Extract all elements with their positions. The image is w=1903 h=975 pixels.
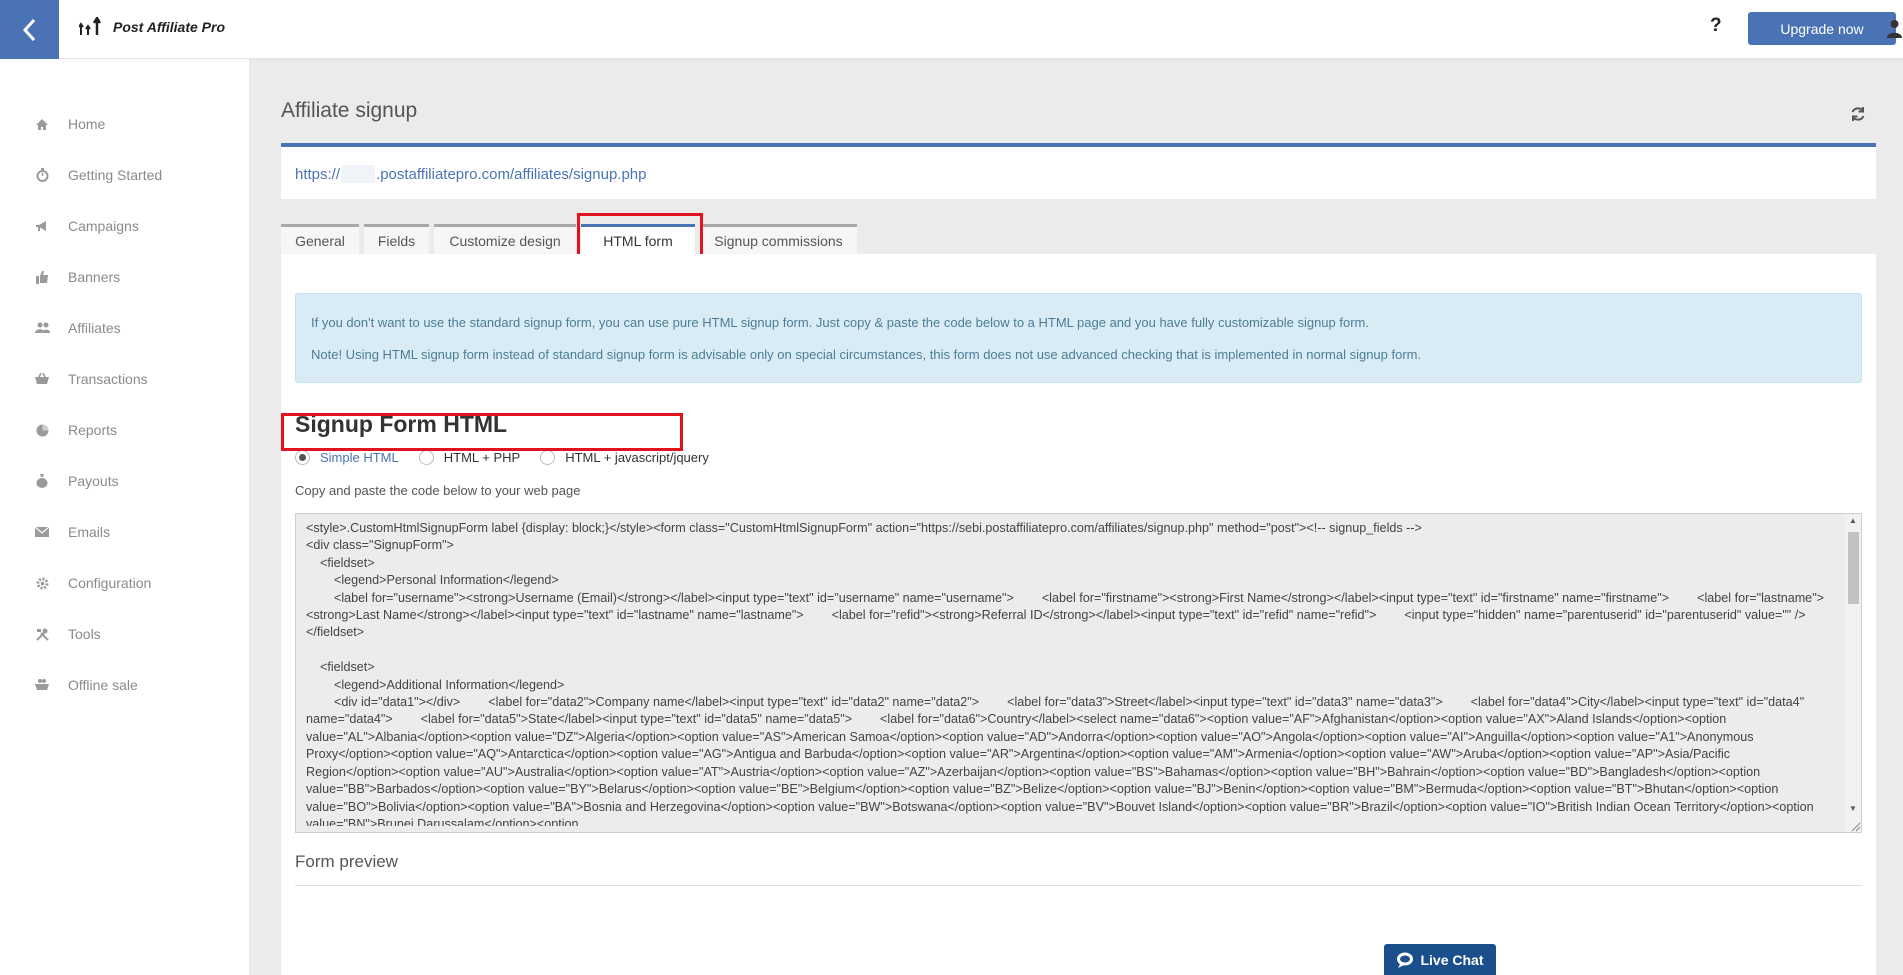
signup-url-box: https:// .postaffiliatepro.com/affiliate… [281,143,1876,199]
pie-chart-icon [34,422,50,438]
stopwatch-icon [34,167,50,183]
form-preview-label: Form preview [295,852,398,871]
html-code-textarea[interactable]: <style>.CustomHtmlSignupForm label {disp… [295,513,1862,833]
live-chat-label: Live Chat [1420,951,1484,968]
scroll-down-arrow-icon[interactable]: ▼ [1849,804,1857,813]
help-icon[interactable]: ? [1710,15,1722,37]
page-title: Affiliate signup [281,99,418,122]
live-chat-button[interactable]: Live Chat [1384,944,1496,975]
sidebar-item-label: Getting Started [68,167,163,183]
info-alert: If you don't want to use the standard si… [295,293,1862,383]
scroll-thumb[interactable] [1848,532,1859,604]
tab-signup-commissions[interactable]: Signup commissions [700,224,857,254]
radio-dot[interactable] [295,449,310,465]
back-button[interactable] [0,0,59,59]
sidebar-item-emails[interactable]: Emails [34,520,110,544]
redacted-subdomain [341,165,376,183]
tab-html-form[interactable]: HTML form [581,224,695,255]
sidebar-item-label: Campaigns [68,218,139,234]
radio-label: Simple HTML [320,449,399,465]
user-icon[interactable] [1886,19,1903,39]
refresh-icon[interactable] [1850,106,1866,122]
sidebar-item-label: Affiliates [68,320,121,336]
money-bag-icon [34,473,50,489]
main-content: Affiliate signup https:// .postaffiliate… [250,59,1903,975]
sidebar-item-label: Payouts [68,473,119,489]
radio-label: HTML + javascript/jquery [565,449,709,465]
tools-icon [34,626,50,642]
sidebar-item-payouts[interactable]: Payouts [34,469,119,493]
sidebar-item-reports[interactable]: Reports [34,418,117,442]
logo-icon [79,17,102,35]
home-icon [34,116,50,132]
sidebar-item-label: Home [68,116,106,132]
sidebar-item-banners[interactable]: Banners [34,265,120,289]
scroll-up-arrow-icon[interactable]: ▲ [1849,516,1857,525]
url-suffix: .postaffiliatepro.com/affiliates/signup.… [376,165,647,183]
app-logo[interactable]: Post Affiliate Pro [79,17,225,37]
radio-html-javascript-jquery[interactable]: HTML + javascript/jquery [540,449,709,465]
chat-bubble-icon [1397,952,1414,968]
preview-divider [295,885,1862,886]
upgrade-button[interactable]: Upgrade now [1748,12,1896,45]
sidebar-item-label: Emails [68,524,111,540]
sidebar: Home Getting Started Campaigns Banners A… [0,59,250,975]
signup-form-heading: Signup Form HTML [295,411,508,437]
envelope-icon [34,524,50,540]
tab-general[interactable]: General [281,224,359,254]
gear-icon [34,575,50,591]
sidebar-item-transactions[interactable]: Transactions [34,367,148,391]
sidebar-item-label: Tools [68,626,101,642]
radio-html-php[interactable]: HTML + PHP [418,449,521,465]
megaphone-icon [34,218,50,234]
app-name: Post Affiliate Pro [113,19,226,35]
radio-simple-html[interactable]: Simple HTML [295,449,399,465]
info-text: If you don't want to use the standard si… [311,315,1369,330]
url-prefix: https:// [295,165,341,183]
tab-customize-design[interactable]: Customize design [434,224,576,254]
sidebar-item-affiliates[interactable]: Affiliates [34,316,121,340]
sidebar-item-label: Configuration [68,575,152,591]
resize-grip-icon[interactable] [1849,820,1861,832]
sidebar-item-label: Reports [68,422,118,438]
basket-icon [34,371,50,387]
html-code-text[interactable]: <style>.CustomHtmlSignupForm label {disp… [306,520,1826,826]
sidebar-item-tools[interactable]: Tools [34,622,101,646]
tab-fields[interactable]: Fields [364,224,429,254]
sidebar-item-label: Transactions [68,371,148,387]
signup-url-link[interactable]: https:// .postaffiliatepro.com/affiliate… [295,165,646,183]
chevron-left-icon [22,18,35,41]
copy-hint-text: Copy and paste the code below to your we… [295,483,581,498]
users-icon [34,320,50,336]
sidebar-item-home[interactable]: Home [34,112,105,136]
sidebar-item-label: Banners [68,269,121,285]
radio-dot[interactable] [418,449,434,465]
html-form-panel: If you don't want to use the standard si… [281,254,1876,975]
info-note: Note! Using HTML signup form instead of … [311,347,1422,362]
radio-label: HTML + PHP [443,449,521,465]
sidebar-item-campaigns[interactable]: Campaigns [34,214,139,238]
offline-sale-icon [34,677,50,693]
sidebar-item-getting-started[interactable]: Getting Started [34,163,162,187]
sidebar-item-offline-sale[interactable]: Offline sale [34,673,138,697]
sidebar-item-label: Offline sale [68,677,138,693]
sidebar-item-configuration[interactable]: Configuration [34,571,151,595]
thumbs-up-icon [34,269,50,285]
code-scrollbar[interactable]: ▲ ▼ [1845,514,1861,832]
code-type-radio-group: Simple HTML HTML + PHP HTML + javascript… [295,442,729,472]
radio-dot[interactable] [540,449,556,465]
top-bar: Post Affiliate Pro ? Upgrade now [0,0,1903,59]
